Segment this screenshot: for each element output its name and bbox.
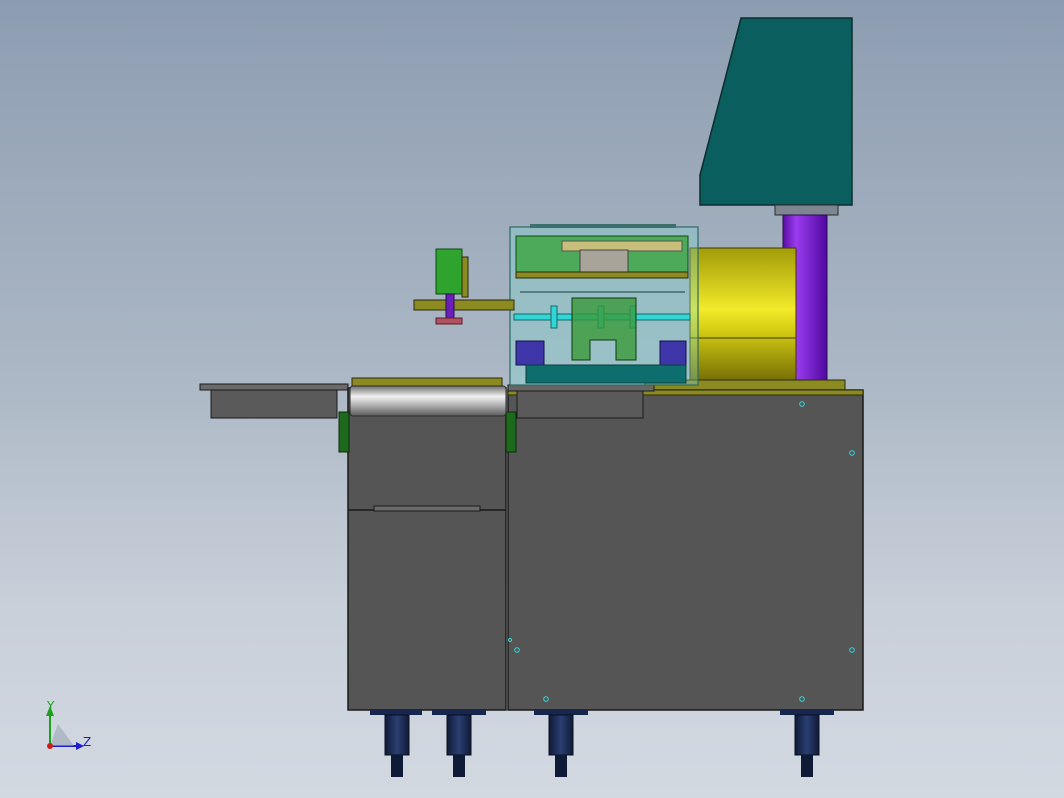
triad-x-axis	[47, 743, 53, 749]
cad-viewport[interactable]: Y Z	[0, 0, 1064, 798]
leveling-foot[interactable]	[534, 710, 588, 777]
yellow-cylinder[interactable]	[689, 247, 797, 385]
leveling-foot[interactable]	[370, 710, 422, 777]
leveling-foot[interactable]	[432, 710, 486, 777]
triad-z-label: Z	[83, 735, 92, 749]
main-cabinet[interactable]	[507, 384, 864, 711]
motor-housing[interactable]	[699, 17, 853, 216]
left-tray[interactable]	[199, 383, 349, 419]
left-cabinet[interactable]	[338, 377, 517, 711]
green-valve[interactable]	[413, 248, 515, 325]
leveling-foot[interactable]	[780, 710, 834, 777]
guard-box[interactable]	[509, 224, 699, 386]
machine-model[interactable]	[0, 0, 1064, 798]
roller[interactable]	[349, 385, 507, 417]
triad-y-label: Y	[47, 699, 55, 713]
